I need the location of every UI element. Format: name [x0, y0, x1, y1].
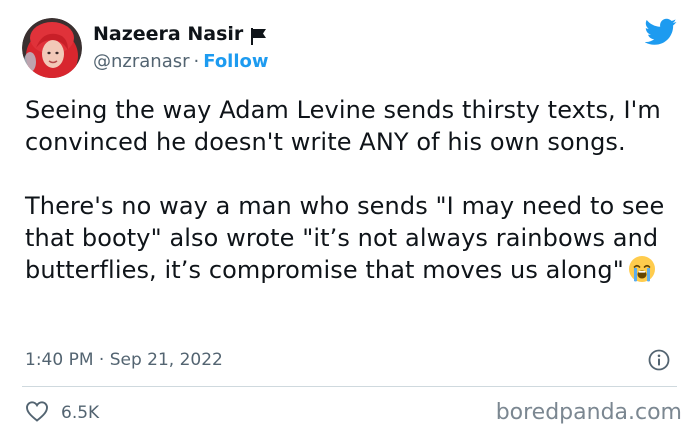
loudly-crying-face-emoji: [628, 255, 656, 291]
black-flag-icon: [249, 26, 269, 50]
info-icon[interactable]: [648, 349, 670, 375]
handle-row: @nzranasr · Follow: [93, 50, 269, 74]
author-name[interactable]: Nazeera Nasir: [93, 22, 243, 46]
tweet-paragraph-2-text: There's no way a man who sends "I may ne…: [25, 192, 665, 284]
twitter-bird-icon[interactable]: [644, 18, 677, 50]
tweet-paragraph-2: There's no way a man who sends "I may ne…: [25, 190, 675, 291]
tweet-paragraph-1: Seeing the way Adam Levine sends thirsty…: [25, 94, 675, 158]
tweet-timestamp[interactable]: 1:40 PM · Sep 21, 2022: [25, 348, 223, 372]
tweet-card: Nazeera Nasir @nzranasr · Follow Seeing th…: [0, 0, 700, 441]
tweet-text: Seeing the way Adam Levine sends thirsty…: [25, 94, 675, 291]
like-count: 6.5K: [61, 403, 100, 423]
avatar[interactable]: [22, 18, 82, 78]
watermark: boredpanda.com: [495, 400, 682, 425]
tweet-paragraph-1-text: Seeing the way Adam Levine sends thirsty…: [25, 96, 661, 156]
heart-icon[interactable]: [25, 400, 49, 427]
author-handle[interactable]: @nzranasr: [93, 51, 190, 72]
follow-button[interactable]: Follow: [203, 51, 268, 72]
like-action[interactable]: 6.5K: [25, 400, 100, 427]
divider: [22, 386, 677, 387]
separator-dot: ·: [193, 51, 200, 72]
